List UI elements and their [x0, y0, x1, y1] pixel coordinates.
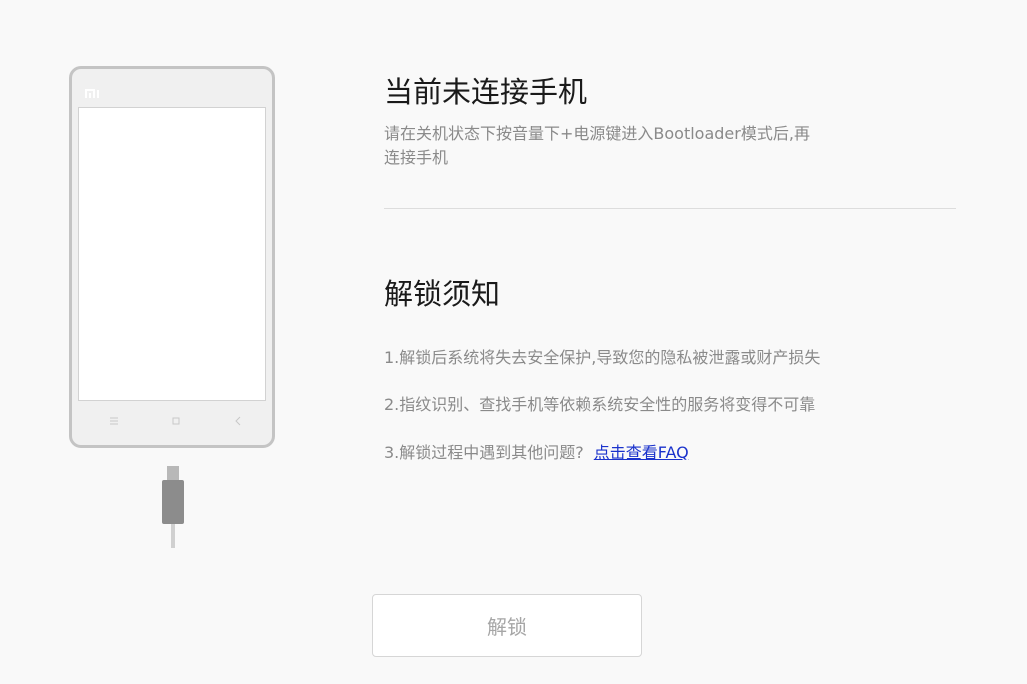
- notice-item: 1.解锁后系统将失去安全保护,导致您的隐私被泄露或财产损失: [384, 348, 821, 367]
- connection-instructions-line2: 连接手机: [384, 148, 449, 167]
- home-icon: [172, 417, 180, 425]
- unlock-button[interactable]: 解锁: [372, 594, 642, 657]
- phone-navbar: [72, 413, 272, 429]
- notice-item-text: 3.解锁过程中遇到其他问题?: [384, 443, 584, 462]
- notice-item-faq: 3.解锁过程中遇到其他问题? 点击查看FAQ: [384, 441, 689, 465]
- section-divider: [384, 208, 956, 209]
- connection-instructions-line1: 请在关机状态下按音量下+电源键进入Bootloader模式后,再: [384, 124, 810, 143]
- connection-instructions: 请在关机状态下按音量下+电源键进入Bootloader模式后,再 连接手机: [384, 122, 954, 170]
- unlock-notice-title: 解锁须知: [384, 277, 501, 311]
- mi-logo-icon: [85, 89, 99, 98]
- faq-link[interactable]: 点击查看FAQ: [594, 443, 689, 462]
- notice-item: 2.指纹识别、查找手机等依赖系统安全性的服务将变得不可靠: [384, 395, 816, 414]
- usb-cable-icon: [162, 466, 184, 548]
- phone-screen: [78, 107, 266, 401]
- connection-status-title: 当前未连接手机: [384, 75, 588, 109]
- phone-illustration: [69, 66, 275, 448]
- menu-icon: [110, 417, 118, 425]
- back-icon: [235, 416, 241, 426]
